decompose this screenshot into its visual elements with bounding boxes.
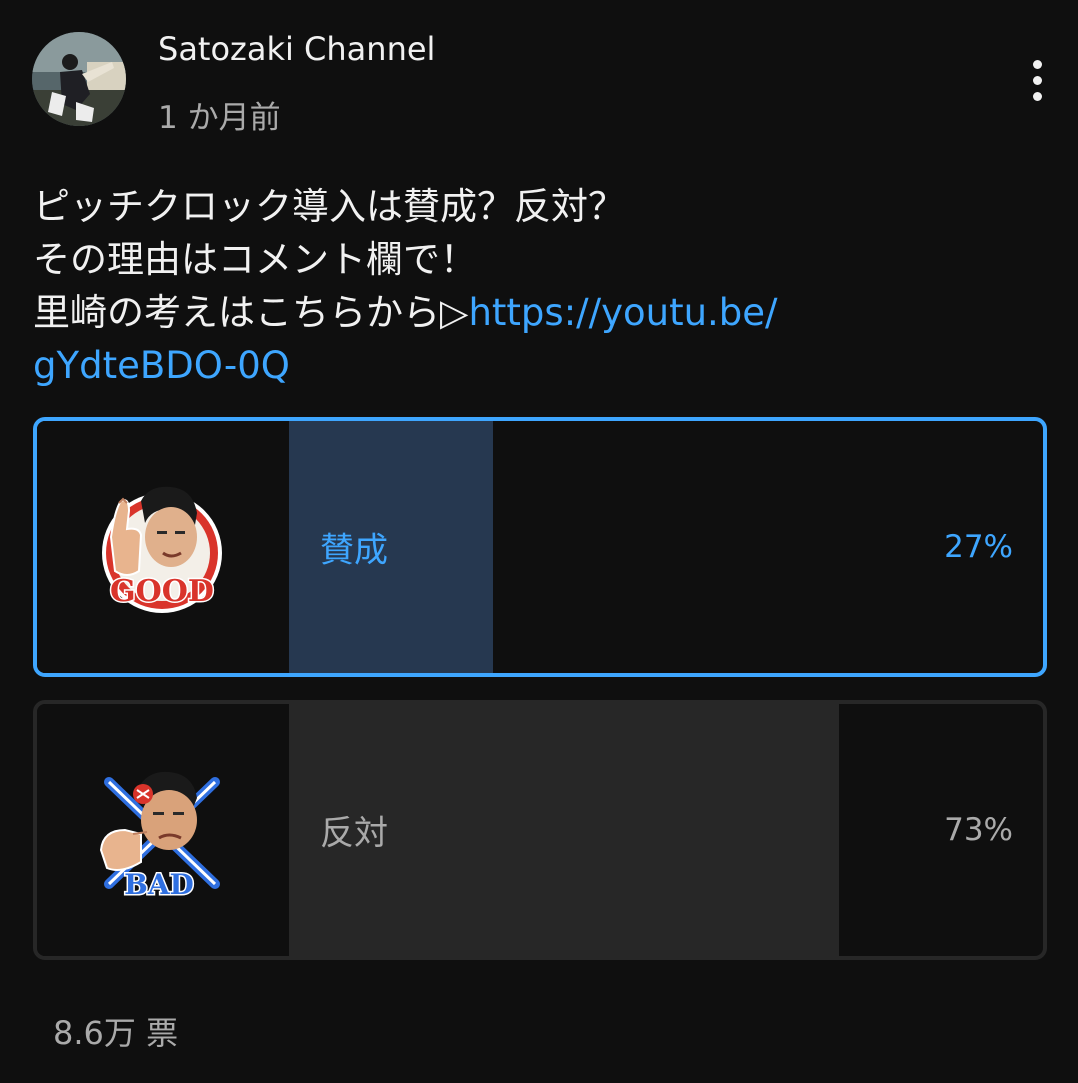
more-options-button[interactable] (1012, 52, 1064, 108)
channel-avatar[interactable] (32, 32, 126, 126)
post-text-line: ピッチクロック導入は賛成？反対？ (33, 185, 625, 228)
post-text-line: 里崎の考えはこちらから▷https://youtu.be/ (33, 286, 1043, 339)
poll-option-percent: 73% (944, 812, 1013, 848)
video-link[interactable]: https://youtu.be/ (468, 291, 777, 334)
avatar-photo-icon (32, 32, 126, 126)
post-text: ピッチクロック導入は賛成？反対？ その理由はコメント欄で！ 里崎の考えはこちらか… (33, 180, 1043, 392)
poll-option-image: BAD (37, 704, 289, 956)
poll-option-label: 賛成 (320, 530, 388, 571)
poll-vote-count: 8.6万 票 (53, 1014, 179, 1052)
post-text-line: gYdteBDO-0Q (33, 339, 1043, 392)
community-post: Satozaki Channel 1 か月前 ピッチクロック導入は賛成？反対？ … (0, 0, 1078, 1083)
post-text-line-prefix: 里崎の考えはこちらから▷ (33, 291, 469, 334)
more-vert-icon (1033, 60, 1042, 69)
good-sticker-text-icon: GOOD (109, 573, 216, 611)
sticker-caption: GOOD (110, 574, 214, 609)
channel-name[interactable]: Satozaki Channel (158, 30, 435, 68)
poll-option-label: 反対 (320, 813, 388, 854)
sticker-caption: BAD (124, 868, 194, 901)
video-link-continued[interactable]: gYdteBDO-0Q (33, 344, 290, 387)
poll-option-agree[interactable]: GOOD 賛成 27% (33, 417, 1047, 677)
bad-sticker-text-icon: BAD (123, 867, 196, 903)
poll-option-percent: 27% (944, 529, 1013, 565)
post-timestamp: 1 か月前 (158, 100, 281, 136)
poll-option-image: GOOD (37, 421, 289, 673)
post-text-line: その理由はコメント欄で！ (33, 238, 477, 281)
poll-option-disagree[interactable]: BAD 反対 73% (33, 700, 1047, 960)
